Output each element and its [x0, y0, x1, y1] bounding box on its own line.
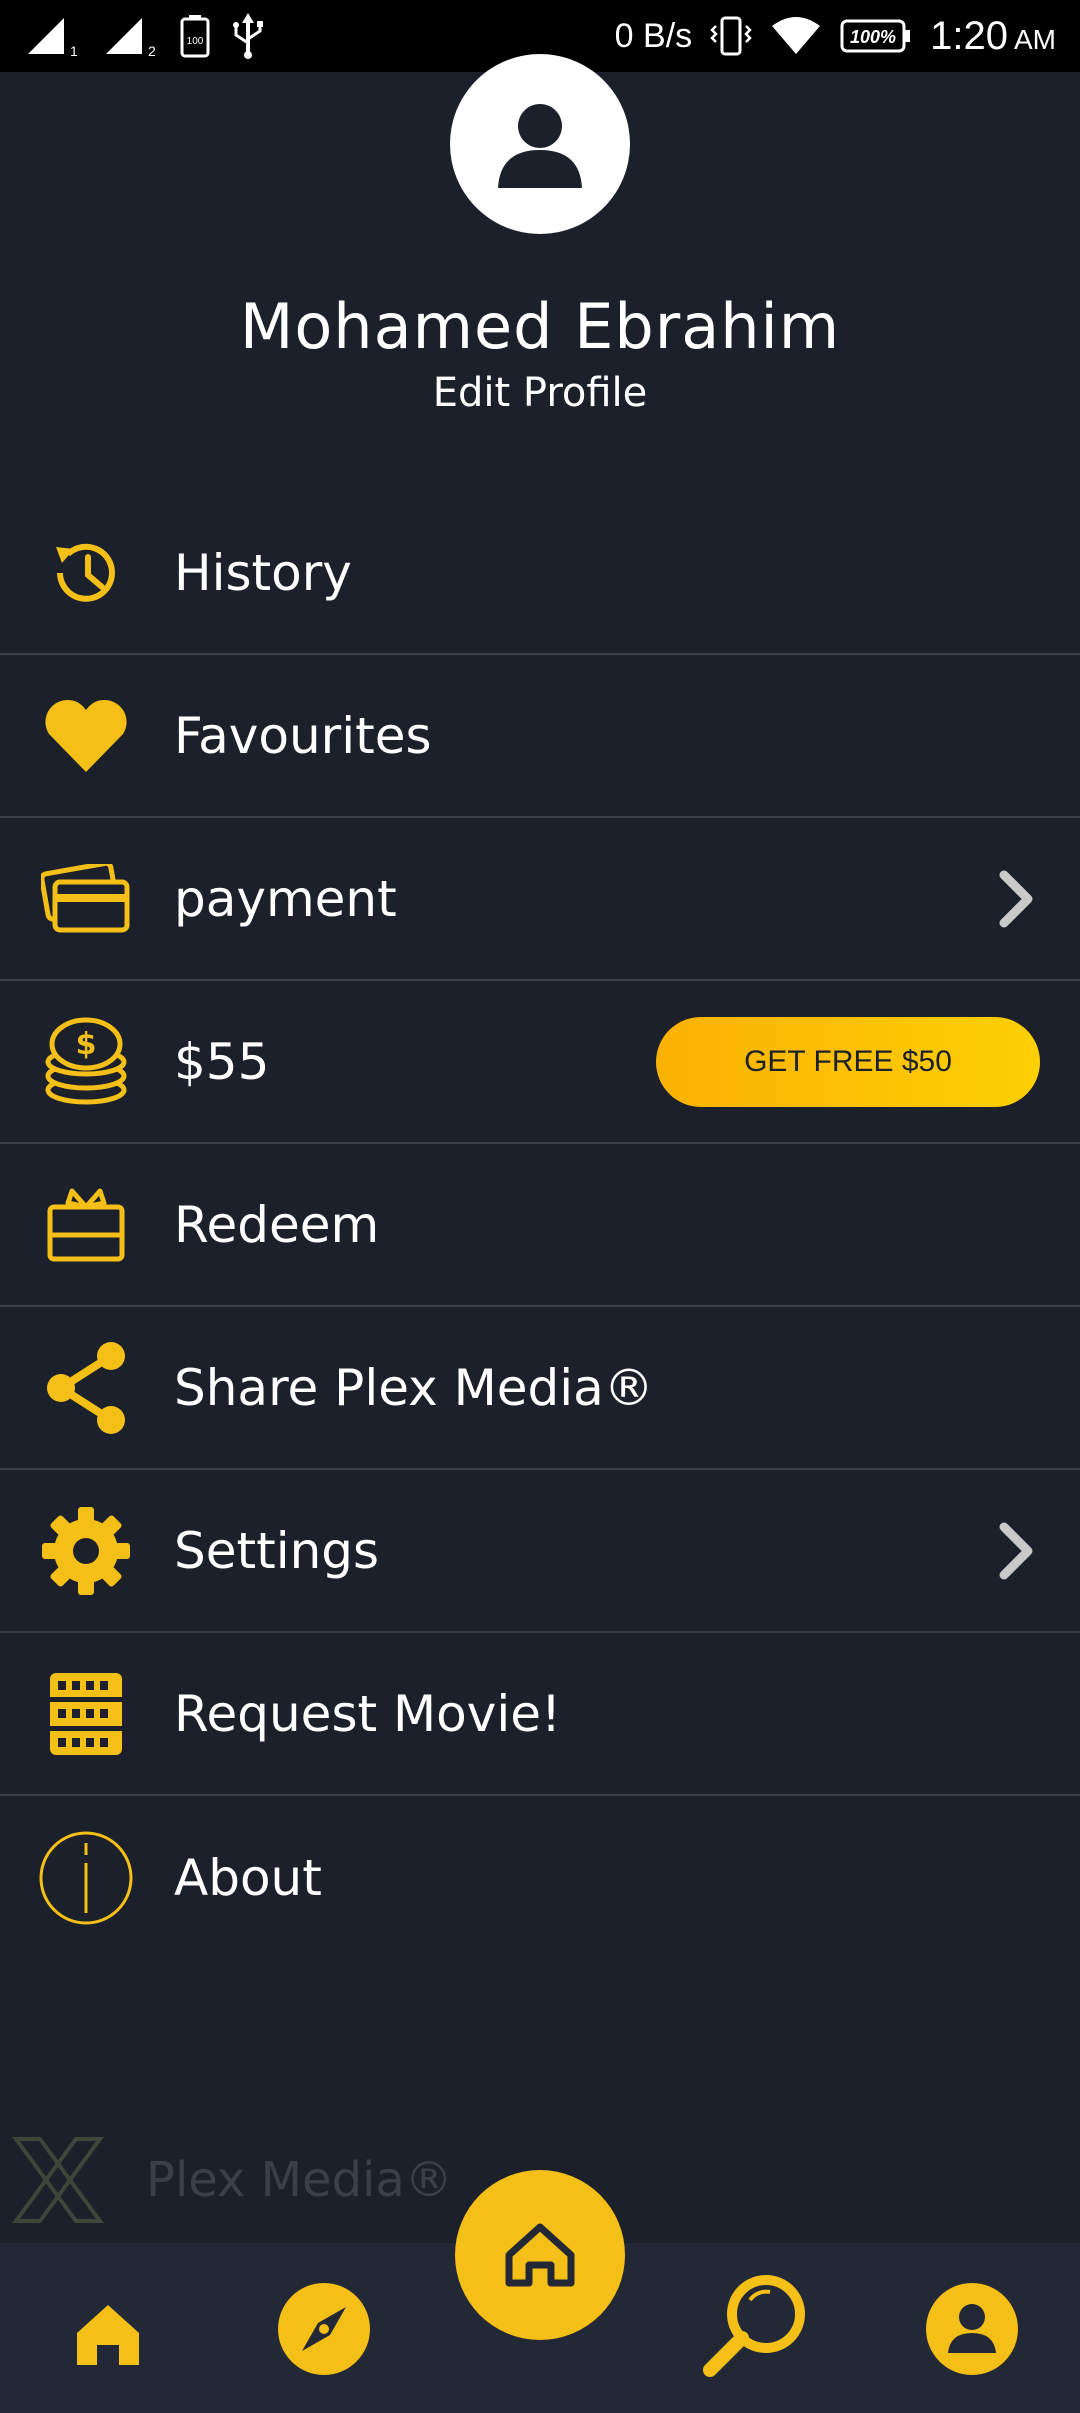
user-name: Mohamed Ebrahim: [239, 290, 841, 363]
menu-item-label: About: [174, 1848, 322, 1907]
get-free-credit-button[interactable]: GET FREE $50: [656, 1016, 1040, 1107]
avatar[interactable]: [450, 54, 630, 234]
menu-item-favourites[interactable]: Favourites: [0, 655, 1080, 818]
menu-item-history[interactable]: History: [0, 492, 1080, 655]
share-icon: [36, 1338, 136, 1438]
network-speed: 0 B/s: [614, 16, 693, 55]
edit-profile-link[interactable]: Edit Profile: [0, 370, 1080, 416]
status-left: 1 2 100: [24, 13, 266, 59]
svg-text:1: 1: [70, 43, 78, 58]
history-icon: [36, 523, 136, 623]
menu-item-balance[interactable]: $ $55 GET FREE $50: [0, 981, 1080, 1144]
svg-text:2: 2: [148, 43, 156, 58]
nav-search-button[interactable]: [700, 2270, 812, 2382]
battery-icon: 100%: [840, 19, 911, 53]
person-icon: [498, 104, 582, 188]
chevron-right-icon: [999, 870, 1033, 927]
film-icon: [36, 1664, 136, 1764]
signal-sim1-icon: 1: [28, 18, 78, 58]
menu-item-settings[interactable]: Settings: [0, 1470, 1080, 1633]
svg-text:100%: 100%: [850, 27, 896, 47]
clock: 1:20 AM: [930, 14, 1056, 59]
center-home-button[interactable]: [455, 2170, 625, 2340]
svg-text:$: $: [76, 1027, 97, 1062]
gift-icon: [36, 1175, 136, 1275]
clock-time: 1:20: [930, 13, 1008, 58]
status-right: 0 B/s 100% 1:20 AM: [615, 14, 1056, 59]
home-icon: [77, 2305, 139, 2365]
wifi-icon: [772, 17, 821, 54]
gear-icon: [36, 1501, 136, 1601]
search-icon: [703, 2275, 805, 2377]
menu-item-label: Favourites: [174, 706, 432, 765]
plex-logo-icon: [12, 2137, 104, 2223]
nav-profile-button[interactable]: [924, 2281, 1020, 2377]
info-icon: [36, 1828, 136, 1928]
menu-item-label: Redeem: [174, 1195, 380, 1254]
menu-item-label: Share Plex Media®: [174, 1358, 654, 1417]
coins-icon: $: [36, 1012, 136, 1112]
menu-item-label: History: [174, 543, 352, 602]
nav-explore-button[interactable]: [276, 2281, 372, 2377]
menu-item-label: Settings: [174, 1521, 380, 1580]
signal-sim2-icon: 2: [106, 18, 156, 58]
menu-item-request-movie[interactable]: Request Movie!: [0, 1633, 1080, 1796]
brand-name: Plex Media®: [146, 2152, 453, 2208]
chevron-right-icon: [999, 1522, 1033, 1579]
usb-icon: [233, 13, 263, 59]
card-icon: [36, 849, 136, 949]
svg-text:100: 100: [187, 36, 204, 47]
brand-watermark: Plex Media®: [10, 2135, 453, 2225]
profile-icon: [926, 2283, 1018, 2375]
menu-item-label: Request Movie!: [174, 1684, 562, 1743]
heart-icon: [36, 686, 136, 786]
balance-amount: $55: [174, 1032, 270, 1091]
battery-saver-icon: 100: [180, 15, 210, 58]
menu-item-label: payment: [174, 869, 397, 928]
vibrate-icon: [710, 16, 752, 56]
clock-ampm: AM: [1014, 23, 1056, 55]
menu-item-share[interactable]: Share Plex Media®: [0, 1307, 1080, 1470]
compass-icon: [278, 2283, 370, 2375]
home-icon: [505, 2223, 575, 2287]
menu-item-about[interactable]: About: [0, 1796, 1080, 1959]
nav-home-button[interactable]: [68, 2294, 148, 2374]
menu-item-payment[interactable]: payment: [0, 818, 1080, 981]
menu-item-redeem[interactable]: Redeem: [0, 1144, 1080, 1307]
profile-menu: History Favourites payment $ $55 GET FRE…: [0, 492, 1080, 1959]
